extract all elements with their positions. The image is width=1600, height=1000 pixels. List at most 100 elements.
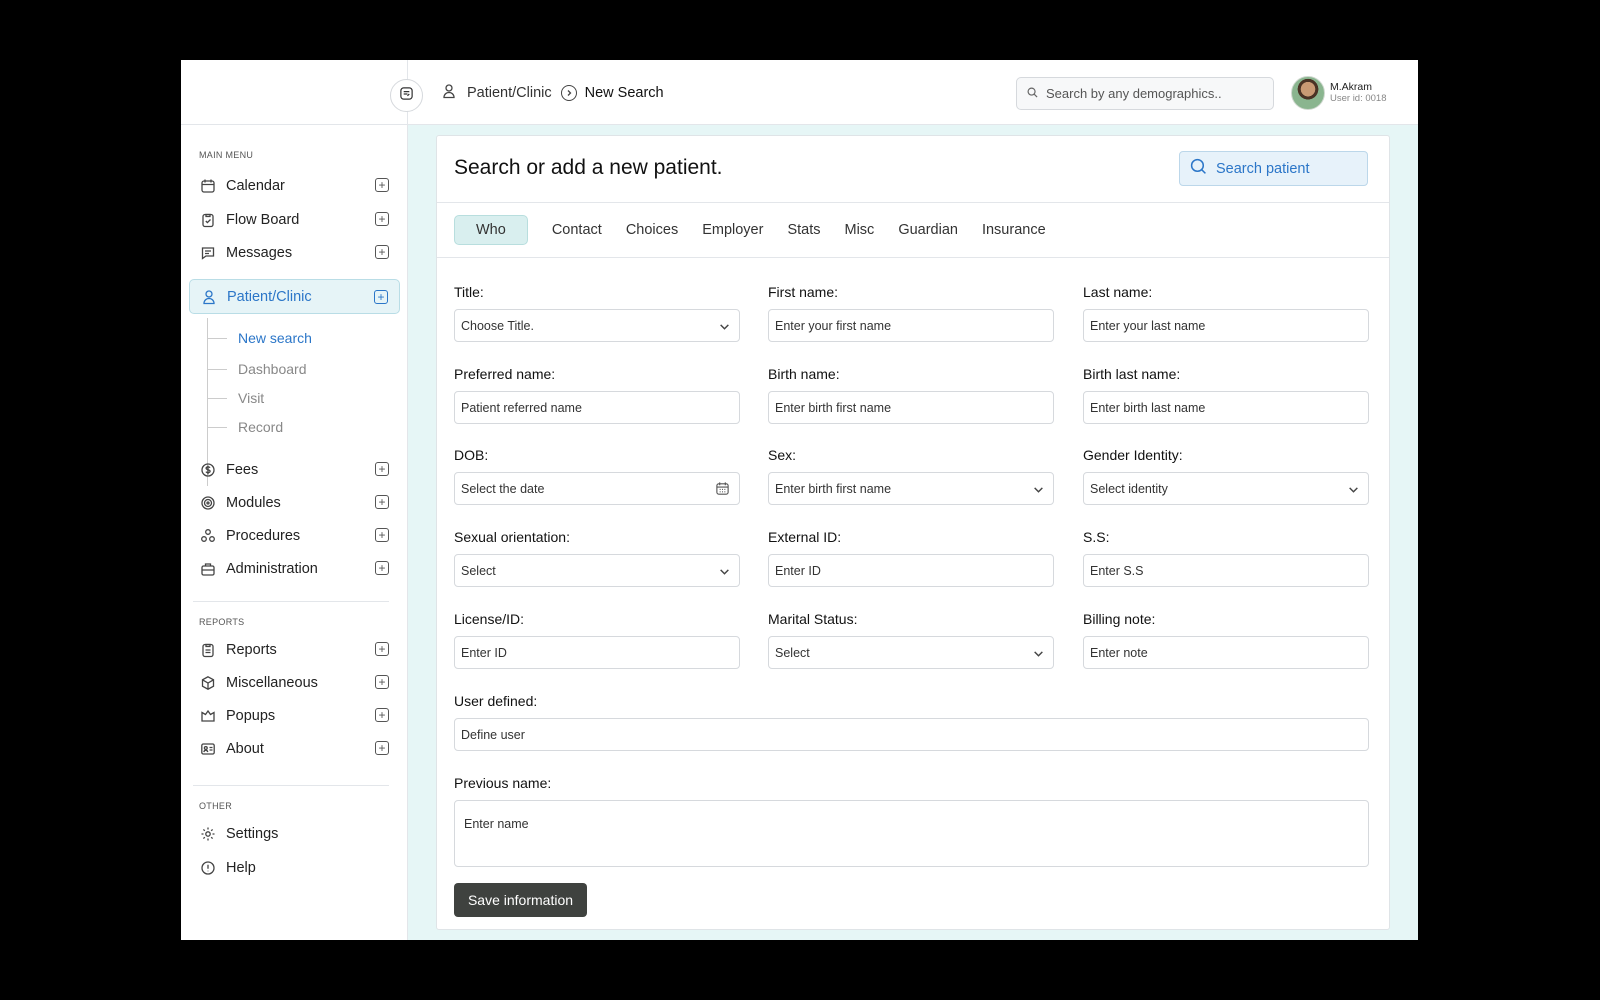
app-window: MAIN MENU Calendar + Flow Board + Messag… bbox=[181, 60, 1418, 940]
expand-plus-icon[interactable]: + bbox=[374, 290, 388, 304]
tab-who[interactable]: Who bbox=[454, 215, 528, 245]
sidebar-item-procedures[interactable]: Procedures + bbox=[189, 519, 400, 552]
sidebar-item-messages[interactable]: Messages + bbox=[189, 236, 400, 269]
birth-last-name-field: Birth last name: Enter birth last name bbox=[1083, 366, 1369, 424]
birth-last-name-input[interactable]: Enter birth last name bbox=[1083, 391, 1369, 424]
sidebar-toggle-button[interactable] bbox=[390, 79, 423, 112]
sexual-orientation-field: Sexual orientation: Select bbox=[454, 529, 740, 587]
expand-plus-icon[interactable]: + bbox=[375, 741, 389, 755]
submenu-visit[interactable]: Visit bbox=[207, 388, 264, 408]
gender-identity-select[interactable]: Select identity bbox=[1083, 472, 1369, 505]
expand-plus-icon[interactable]: + bbox=[375, 642, 389, 656]
main-content: Search or add a new patient. Search pati… bbox=[408, 125, 1418, 940]
calendar-icon[interactable] bbox=[715, 481, 730, 499]
last-name-input[interactable]: Enter your last name bbox=[1083, 309, 1369, 342]
expand-plus-icon[interactable]: + bbox=[375, 495, 389, 509]
expand-plus-icon[interactable]: + bbox=[375, 212, 389, 226]
divider bbox=[437, 257, 1389, 258]
sidebar-divider bbox=[193, 601, 389, 602]
chevron-down-icon bbox=[1033, 648, 1044, 662]
first-name-input[interactable]: Enter your first name bbox=[768, 309, 1054, 342]
message-icon bbox=[199, 244, 217, 262]
tab-guardian[interactable]: Guardian bbox=[886, 215, 970, 245]
sex-select[interactable]: Enter birth first name bbox=[768, 472, 1054, 505]
top-header: Patient/Clinic New Search Search by any … bbox=[408, 60, 1418, 125]
demographics-search-input[interactable]: Search by any demographics.. bbox=[1016, 77, 1274, 110]
sidebar-item-modules[interactable]: Modules + bbox=[189, 486, 400, 519]
sidebar-item-flow-board[interactable]: Flow Board + bbox=[189, 203, 400, 236]
tab-misc[interactable]: Misc bbox=[833, 215, 887, 245]
tab-contact[interactable]: Contact bbox=[540, 215, 614, 245]
chevron-down-icon bbox=[719, 566, 730, 580]
tab-employer[interactable]: Employer bbox=[690, 215, 775, 245]
tab-choices[interactable]: Choices bbox=[614, 215, 690, 245]
field-label: Preferred name: bbox=[454, 366, 556, 382]
sidebar-item-label: Reports bbox=[226, 641, 277, 658]
preferred-name-field: Preferred name: Patient referred name bbox=[454, 366, 740, 424]
marital-status-field: Marital Status: Select bbox=[768, 611, 1054, 669]
expand-plus-icon[interactable]: + bbox=[375, 245, 389, 259]
sidebar-item-fees[interactable]: Fees + bbox=[189, 453, 400, 486]
expand-plus-icon[interactable]: + bbox=[375, 675, 389, 689]
form-tabs: Who Contact Choices Employer Stats Misc … bbox=[454, 215, 1058, 245]
sidebar-item-label: Modules bbox=[226, 494, 281, 511]
gear-icon bbox=[199, 825, 217, 843]
dob-date-input[interactable]: Select the date bbox=[454, 472, 740, 505]
submenu-dashboard[interactable]: Dashboard bbox=[207, 359, 307, 379]
expand-plus-icon[interactable]: + bbox=[375, 462, 389, 476]
expand-plus-icon[interactable]: + bbox=[375, 708, 389, 722]
expand-plus-icon[interactable]: + bbox=[375, 178, 389, 192]
ss-input[interactable]: Enter S.S bbox=[1083, 554, 1369, 587]
ss-field: S.S: Enter S.S bbox=[1083, 529, 1369, 587]
tab-insurance[interactable]: Insurance bbox=[970, 215, 1058, 245]
sidebar-item-calendar[interactable]: Calendar + bbox=[189, 169, 400, 202]
sidebar-item-help[interactable]: Help bbox=[189, 851, 400, 884]
first-name-field: First name: Enter your first name bbox=[768, 284, 1054, 342]
sidebar-item-reports[interactable]: Reports + bbox=[189, 633, 400, 666]
billing-note-input[interactable]: Enter note bbox=[1083, 636, 1369, 669]
preferred-name-input[interactable]: Patient referred name bbox=[454, 391, 740, 424]
field-label: External ID: bbox=[768, 529, 842, 545]
previous-name-textarea[interactable]: Enter name bbox=[454, 800, 1369, 867]
procedures-icon bbox=[199, 527, 217, 545]
search-patient-button[interactable]: Search patient bbox=[1179, 151, 1368, 186]
expand-plus-icon[interactable]: + bbox=[375, 561, 389, 575]
title-select[interactable]: Choose Title. bbox=[454, 309, 740, 342]
field-label: Billing note: bbox=[1083, 611, 1156, 627]
sidebar-item-settings[interactable]: Settings bbox=[189, 817, 400, 850]
submenu-new-search[interactable]: New search bbox=[207, 328, 312, 348]
breadcrumb: Patient/Clinic New Search bbox=[441, 83, 664, 103]
breadcrumb-parent[interactable]: Patient/Clinic bbox=[467, 85, 552, 101]
avatar[interactable] bbox=[1291, 76, 1325, 110]
sidebar-item-miscellaneous[interactable]: Miscellaneous + bbox=[189, 666, 400, 699]
field-label: Birth name: bbox=[768, 366, 840, 382]
user-profile[interactable]: M.Akram User id: 0018 bbox=[1291, 76, 1387, 110]
sidebar-item-popups[interactable]: Popups + bbox=[189, 699, 400, 732]
sidebar-item-label: Popups bbox=[226, 707, 276, 724]
field-label: S.S: bbox=[1083, 529, 1110, 545]
previous-name-field: Previous name: Enter name bbox=[454, 775, 1369, 867]
save-information-button[interactable]: Save information bbox=[454, 883, 587, 917]
expand-plus-icon[interactable]: + bbox=[375, 528, 389, 542]
sidebar-item-about[interactable]: About + bbox=[189, 732, 400, 765]
external-id-input[interactable]: Enter ID bbox=[768, 554, 1054, 587]
tab-stats[interactable]: Stats bbox=[775, 215, 832, 245]
calendar-icon bbox=[199, 177, 217, 195]
sidebar-item-label: Flow Board bbox=[226, 211, 300, 228]
user-defined-input[interactable]: Define user bbox=[454, 718, 1369, 751]
submenu-record[interactable]: Record bbox=[207, 417, 283, 437]
clipboard-icon bbox=[199, 211, 217, 229]
field-label: Title: bbox=[454, 284, 484, 300]
field-label: Sexual orientation: bbox=[454, 529, 570, 545]
sidebar-item-administration[interactable]: Administration + bbox=[189, 552, 400, 585]
license-id-input[interactable]: Enter ID bbox=[454, 636, 740, 669]
sidebar-toggle-icon bbox=[399, 86, 414, 106]
sexual-orientation-select[interactable]: Select bbox=[454, 554, 740, 587]
sidebar-logo-area bbox=[181, 60, 407, 125]
marital-status-select[interactable]: Select bbox=[768, 636, 1054, 669]
birth-name-input[interactable]: Enter birth first name bbox=[768, 391, 1054, 424]
field-label: First name: bbox=[768, 284, 839, 300]
sidebar-item-patient-clinic[interactable]: Patient/Clinic + bbox=[189, 279, 400, 314]
field-label: Birth last name: bbox=[1083, 366, 1181, 382]
sex-field: Sex: Enter birth first name bbox=[768, 447, 1054, 505]
